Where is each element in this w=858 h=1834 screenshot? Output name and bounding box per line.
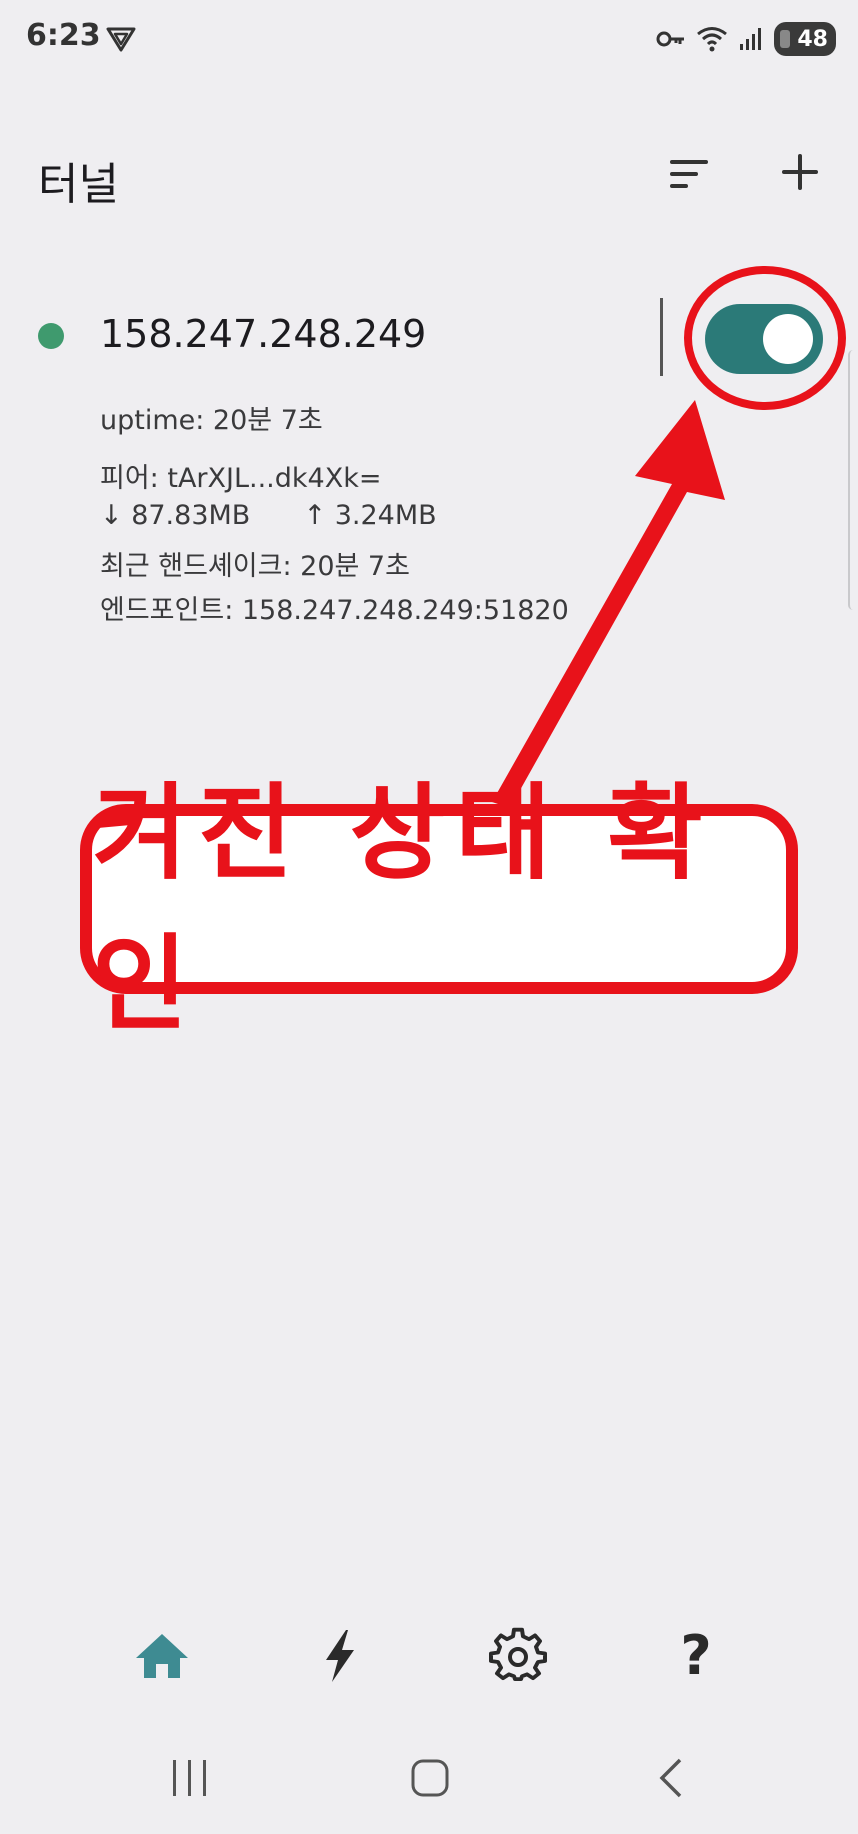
home-icon[interactable] [132,1626,192,1686]
page-title: 터널 [38,159,119,210]
tunnel-handshake: 최근 핸드셰이크: 20분 7초 [100,551,410,582]
signal-icon [740,28,761,50]
recents-icon[interactable] [168,1756,212,1800]
key-icon [656,31,684,47]
tunnel-tx: ↑ 3.24MB [303,500,437,531]
help-icon[interactable]: ? [666,1626,726,1686]
tunnel-transfer: ↓ 87.83MB ↑ 3.24MB [100,500,437,531]
annotation-callout: 켜진 상태 확인 [80,772,798,1045]
lightning-icon[interactable] [310,1626,370,1686]
tunnel-uptime: uptime: 20분 7초 [100,405,323,436]
tunnel-status-dot [38,323,64,349]
add-icon[interactable] [776,148,824,196]
back-icon[interactable] [650,1756,694,1800]
wifi-icon [697,27,727,52]
sort-icon[interactable] [664,152,714,196]
vpn-triangle-icon [106,27,136,52]
status-time: 6:23 [26,18,101,53]
tunnel-peer: 피어: tArXJL...dk4Xk= [100,463,382,494]
tunnel-rx: ↓ 87.83MB [100,500,251,531]
battery-level: 48 [797,26,828,52]
status-icons: 48 [656,22,836,56]
settings-icon[interactable] [488,1626,548,1686]
home-circle-icon[interactable] [408,1756,452,1800]
divider [660,298,663,376]
scroll-edge [848,350,858,610]
battery-icon: 48 [774,22,836,56]
tunnel-name[interactable]: 158.247.248.249 [100,312,426,356]
